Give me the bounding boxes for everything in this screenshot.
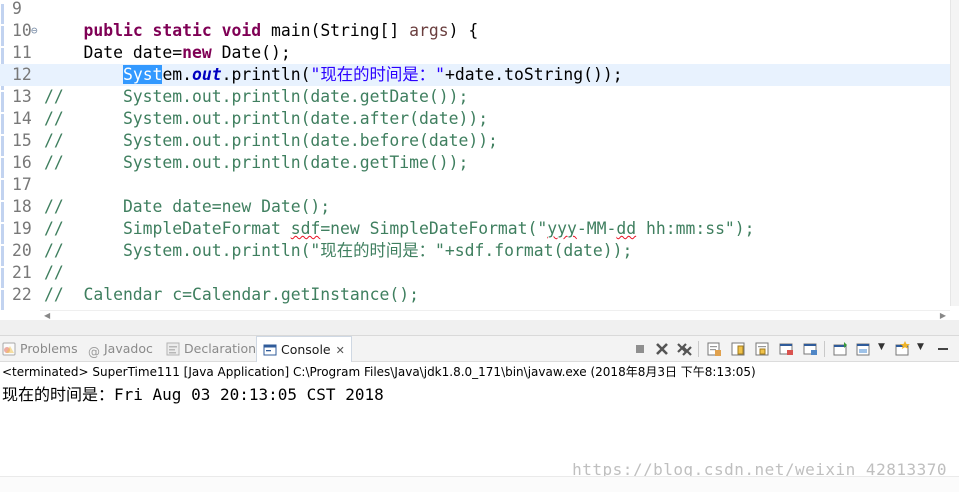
problems-icon (2, 339, 16, 356)
comment-token: -MM- (576, 219, 617, 238)
line-number: 18 (12, 197, 32, 216)
declaration-icon (166, 339, 180, 356)
code-line[interactable]: 14 // System.out.println(date.after(date… (0, 108, 950, 130)
scroll-right-arrow-icon[interactable]: ▶ (940, 311, 946, 320)
code-token: em. (162, 65, 193, 84)
text-selection[interactable]: Syst (122, 65, 163, 84)
remove-launch-button[interactable] (654, 341, 671, 357)
tab-label: Declaration (184, 341, 257, 356)
clear-console-button[interactable] (706, 341, 723, 357)
line-number: 16 (12, 153, 32, 172)
show-console-when-stderr-button[interactable] (802, 341, 819, 357)
show-console-when-stdout-button[interactable] (778, 341, 795, 357)
code-line[interactable]: 19 // SimpleDateFormat sdf=new SimpleDat… (0, 218, 950, 240)
spellcheck-token: sdf (290, 219, 321, 238)
code-token: +date.toString()); (444, 65, 623, 84)
close-icon[interactable]: ✕ (336, 344, 345, 357)
minimize-view-button[interactable] (935, 341, 952, 357)
spellcheck-token: dd (616, 219, 637, 238)
comment-token: =new SimpleDateFormat(" (320, 219, 548, 238)
console-icon (263, 340, 277, 356)
console-description: <terminated> SuperTime111 [Java Applicat… (2, 365, 756, 379)
pin-console-button[interactable] (832, 341, 849, 357)
code-line[interactable]: 15 // System.out.println(date.before(dat… (0, 130, 950, 152)
field-token: out (192, 65, 222, 84)
view-splitter[interactable] (0, 320, 959, 336)
code-token: .println( (221, 65, 311, 84)
code-line[interactable]: 18 // Date date=new Date(); (0, 196, 950, 218)
keyword-token: new (182, 43, 212, 62)
code-line[interactable]: 16 // System.out.println(date.getTime())… (0, 152, 950, 174)
code-line[interactable]: 9 (0, 0, 950, 20)
code-line[interactable]: 10 ⊖ public static void main(String[] ar… (0, 20, 950, 42)
open-console-button[interactable] (894, 341, 911, 357)
code-editor[interactable]: 9 10 ⊖ public static void main(String[] … (0, 0, 959, 320)
line-number: 22 (12, 285, 32, 304)
view-tab-bar: Problems @ Javadoc Declaration Console ✕ (0, 336, 959, 362)
comment-token: // Calendar c=Calendar.getInstance(); (44, 285, 419, 304)
javadoc-icon: @ (88, 345, 100, 359)
comment-token: // System.out.println(date.after(date)); (44, 109, 489, 128)
console-horizontal-scrollbar[interactable] (0, 476, 959, 492)
line-number: 12 (12, 65, 32, 84)
line-number: 19 (12, 219, 32, 238)
console-view: Problems @ Javadoc Declaration Console ✕ (0, 336, 959, 492)
tab-label: Console (281, 342, 331, 357)
word-wrap-button[interactable] (754, 341, 771, 357)
line-number: 15 (12, 131, 32, 150)
toolbar-separator (824, 341, 825, 357)
terminate-button[interactable] (632, 341, 649, 357)
comment-token: // Date date=new Date(); (44, 197, 331, 216)
comment-token: // SimpleDateFormat (44, 219, 291, 238)
console-output-text[interactable]: 现在的时间是：Fri Aug 03 20:13:05 CST 2018 (2, 384, 384, 406)
current-code-line[interactable]: 12 System.out.println("现在的时间是："+date.toS… (0, 64, 950, 86)
comment-token: // System.out.println(date.getTime()); (44, 153, 469, 172)
code-line[interactable]: 20 // System.out.println("现在的时间是："+sdf.f… (0, 240, 950, 262)
display-selected-console-button[interactable] (855, 341, 872, 357)
code-token: Date(); (211, 43, 291, 62)
code-line[interactable]: 13 // System.out.println(date.getDate())… (0, 86, 950, 108)
line-number: 11 (12, 43, 32, 62)
fold-collapse-icon[interactable]: ⊖ (31, 20, 38, 42)
editor-horizontal-scrollbar[interactable]: ◀ ▶ (40, 310, 950, 320)
comment-token: // System.out.println(date.before(date))… (44, 131, 498, 150)
keyword-token: public static void (83, 21, 262, 40)
chevron-down-icon[interactable]: ▼ (878, 342, 885, 352)
tab-label: Problems (20, 341, 78, 356)
scroll-left-arrow-icon[interactable]: ◀ (44, 311, 50, 320)
string-token: "现在的时间是：" (310, 65, 445, 84)
tab-javadoc[interactable]: @ Javadoc (88, 336, 153, 362)
tab-problems[interactable]: Problems (2, 336, 78, 362)
line-number: 21 (12, 263, 32, 282)
parameter-token: args (409, 21, 449, 40)
line-number: 14 (12, 109, 32, 128)
comment-token: // System.out.println(date.getDate()); (44, 87, 469, 106)
chevron-down-icon[interactable]: ▼ (917, 342, 924, 352)
tab-declaration[interactable]: Declaration (166, 336, 256, 362)
tab-console[interactable]: Console ✕ (256, 336, 352, 362)
remove-all-terminated-button[interactable] (676, 341, 693, 357)
code-line[interactable]: 11 Date date=new Date(); (0, 42, 950, 64)
code-token: ) { (448, 21, 479, 40)
spellcheck-token: yyy (547, 219, 577, 238)
line-number: 17 (12, 175, 32, 194)
code-line[interactable]: 21 // (0, 262, 950, 284)
comment-token: // System.out.println("现在的时间是："+sdf.form… (44, 241, 633, 260)
comment-token: // (44, 263, 64, 282)
editor-vertical-scrollbar[interactable] (950, 0, 959, 306)
toolbar-separator (698, 341, 699, 357)
code-token: main(String[] (261, 21, 410, 40)
line-number: 20 (12, 241, 32, 260)
code-line[interactable]: 22 // Calendar c=Calendar.getInstance(); (0, 284, 950, 306)
tab-label: Javadoc (104, 341, 153, 356)
comment-token: hh:mm:ss"); (636, 219, 755, 238)
scroll-lock-button[interactable] (730, 341, 747, 357)
code-line[interactable]: 17 (0, 174, 950, 196)
line-number: 13 (12, 87, 32, 106)
line-number: 9 (12, 0, 22, 18)
code-token: Date date= (83, 43, 183, 62)
